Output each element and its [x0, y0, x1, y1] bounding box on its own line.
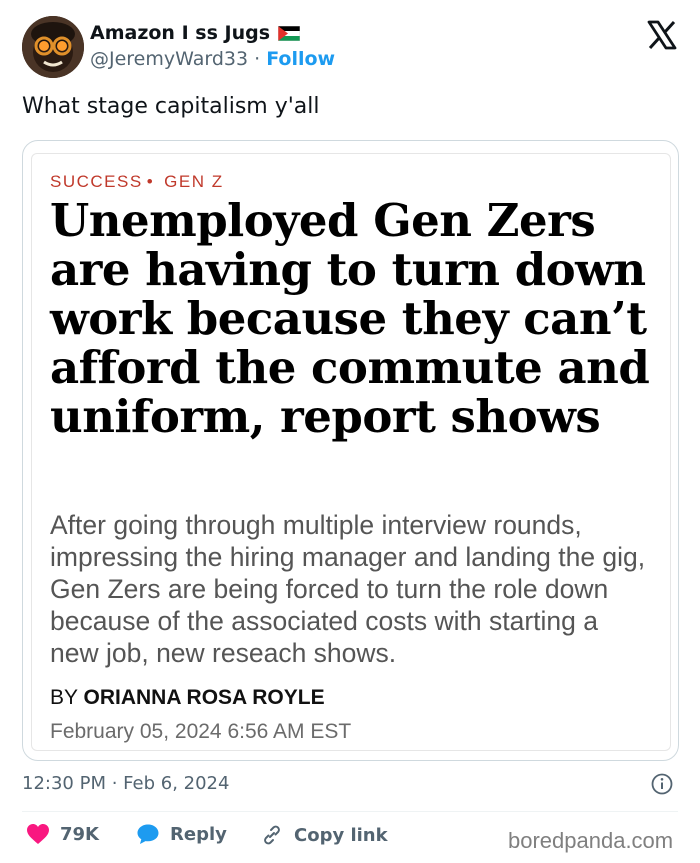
heart-icon [27, 824, 49, 844]
article-screenshot: SUCCESS • GEN Z Unemployed Gen Zers are ha… [31, 153, 671, 751]
author-handle-row: @JeremyWard33 · Follow [90, 48, 335, 70]
tweet-timestamp[interactable]: 12:30 PM · Feb 6, 2024 [22, 773, 229, 794]
reply-label: Reply [170, 823, 227, 845]
watermark: boredpanda.com [508, 828, 674, 853]
article-dek: After going through multiple interview r… [50, 510, 646, 668]
reply-bubble-icon [137, 824, 159, 844]
category-separator: • [146, 172, 155, 191]
article-categories: SUCCESS • GEN Z [50, 172, 224, 192]
article-card[interactable]: SUCCESS • GEN Z Unemployed Gen Zers are ha… [22, 140, 679, 761]
link-icon [264, 825, 280, 845]
article-headline: Unemployed Gen Zers are having to turn d… [50, 194, 650, 443]
byline-prefix: BY [50, 686, 78, 709]
author-display-name-row[interactable]: Amazon I ss Jugs [90, 22, 300, 44]
byline-author: ORIANNA ROSA ROYLE [83, 686, 325, 709]
separator-dot: · [254, 48, 261, 70]
author-display-name[interactable]: Amazon I ss Jugs [90, 22, 270, 44]
copy-link-label: Copy link [294, 824, 388, 846]
x-logo-icon[interactable] [647, 20, 677, 50]
flag-icon [278, 25, 300, 41]
follow-button[interactable]: Follow [266, 48, 335, 70]
author-handle[interactable]: @JeremyWard33 [90, 48, 248, 70]
like-count: 79K [60, 823, 99, 845]
info-icon[interactable] [651, 773, 673, 795]
divider [22, 811, 678, 812]
avatar[interactable] [22, 16, 84, 78]
category-gen-z: GEN Z [164, 172, 224, 191]
tweet-card: Amazon I ss Jugs @JeremyWard33 · Follow … [0, 0, 700, 863]
like-button[interactable]: 79K [26, 823, 99, 845]
avatar-image [22, 16, 84, 78]
article-byline: BY ORIANNA ROSA ROYLE [50, 686, 325, 710]
copy-link-button[interactable]: Copy link [260, 823, 388, 847]
category-success: SUCCESS [50, 172, 143, 191]
reply-button[interactable]: Reply [136, 823, 227, 845]
article-date: February 05, 2024 6:56 AM EST [50, 720, 352, 743]
tweet-text: What stage capitalism y'all [22, 94, 320, 119]
